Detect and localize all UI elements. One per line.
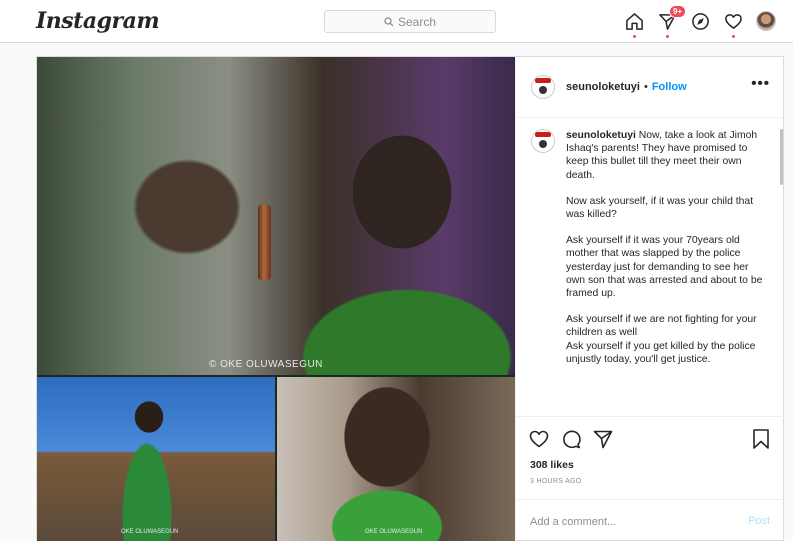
search-placeholder: Search — [397, 14, 437, 29]
activity-indicator-dot — [732, 35, 735, 38]
photo-watermark-small-left: OKE OLUWASEGUN — [121, 529, 179, 535]
caption-paragraph-3: Ask yourself if it was your 70years old … — [566, 235, 763, 300]
comments-scrollbar[interactable] — [780, 129, 783, 185]
top-nav-bar: Instagram Search 9+ — [0, 0, 793, 43]
photo-man-holding-picture: OKE OLUWASEGUN — [37, 377, 275, 541]
bookmark-icon[interactable] — [752, 429, 770, 449]
explore-button[interactable] — [690, 11, 710, 31]
caption-paragraph-2: Now ask yourself, if it was your child t… — [566, 195, 754, 221]
author-avatar[interactable] — [531, 75, 555, 99]
caption-paragraph-4: Ask yourself if we are not fighting for … — [566, 314, 757, 339]
home-indicator-dot — [633, 35, 636, 38]
activity-badge: 9+ — [669, 5, 687, 18]
direct-button[interactable]: 9+ — [657, 5, 687, 38]
direct-indicator-dot — [666, 35, 669, 38]
comment-input[interactable] — [530, 514, 730, 530]
profile-avatar — [756, 11, 776, 31]
caption-paragraph-5: Ask yourself if you get killed by the po… — [566, 340, 756, 365]
profile-button[interactable] — [756, 11, 776, 31]
post-actions: 308 likes 3 HOURS AGO Post — [516, 416, 784, 541]
author-username[interactable]: seunoloketuyi — [566, 81, 640, 93]
search-box[interactable]: Search — [324, 10, 496, 33]
like-heart-icon[interactable] — [529, 429, 549, 449]
instagram-logo[interactable]: Instagram — [36, 8, 160, 34]
photo-watermark: © OKE OLUWASEGUN — [209, 359, 323, 370]
header-separator: • — [643, 81, 648, 93]
post-header: seunoloketuyi • Follow ••• — [516, 57, 785, 118]
post-comment-button[interactable]: Post — [748, 515, 770, 527]
photo-watermark-small-right: OKE OLUWASEGUN — [365, 529, 423, 535]
comment-icon[interactable] — [561, 429, 581, 449]
explore-icon — [691, 12, 709, 30]
add-comment-bar: Post — [516, 499, 784, 541]
post-card: © OKE OLUWASEGUN OKE OLUWASEGUN OKE OLUW… — [36, 56, 785, 541]
home-button[interactable] — [624, 11, 644, 38]
caption-avatar[interactable] — [531, 129, 555, 153]
nav-icons: 9+ — [624, 5, 776, 38]
likes-count[interactable]: 308 likes — [530, 459, 574, 471]
bullet-shell — [258, 205, 271, 280]
search-icon — [384, 16, 394, 26]
follow-button[interactable]: Follow — [652, 81, 687, 93]
post-timestamp[interactable]: 3 HOURS AGO — [530, 478, 582, 485]
share-icon[interactable] — [593, 429, 613, 449]
home-icon — [625, 12, 643, 30]
post-side-panel: seunoloketuyi • Follow ••• seunoloketuyi… — [515, 57, 785, 541]
caption-username[interactable]: seunoloketuyi — [566, 130, 636, 141]
more-options-button[interactable]: ••• — [751, 75, 770, 92]
photo-man-weeping: OKE OLUWASEGUN — [277, 377, 515, 541]
action-icons — [529, 429, 613, 449]
activity-button[interactable] — [723, 11, 743, 38]
post-photo-collage[interactable]: © OKE OLUWASEGUN OKE OLUWASEGUN OKE OLUW… — [37, 57, 515, 541]
photo-man-holding-bullet: © OKE OLUWASEGUN — [37, 57, 515, 375]
caption-text: seunoloketuyi Now, take a look at Jimoh … — [566, 129, 766, 366]
caption: seunoloketuyi Now, take a look at Jimoh … — [531, 129, 768, 366]
comments-area[interactable]: seunoloketuyi Now, take a look at Jimoh … — [516, 119, 784, 416]
heart-icon — [724, 13, 742, 29]
